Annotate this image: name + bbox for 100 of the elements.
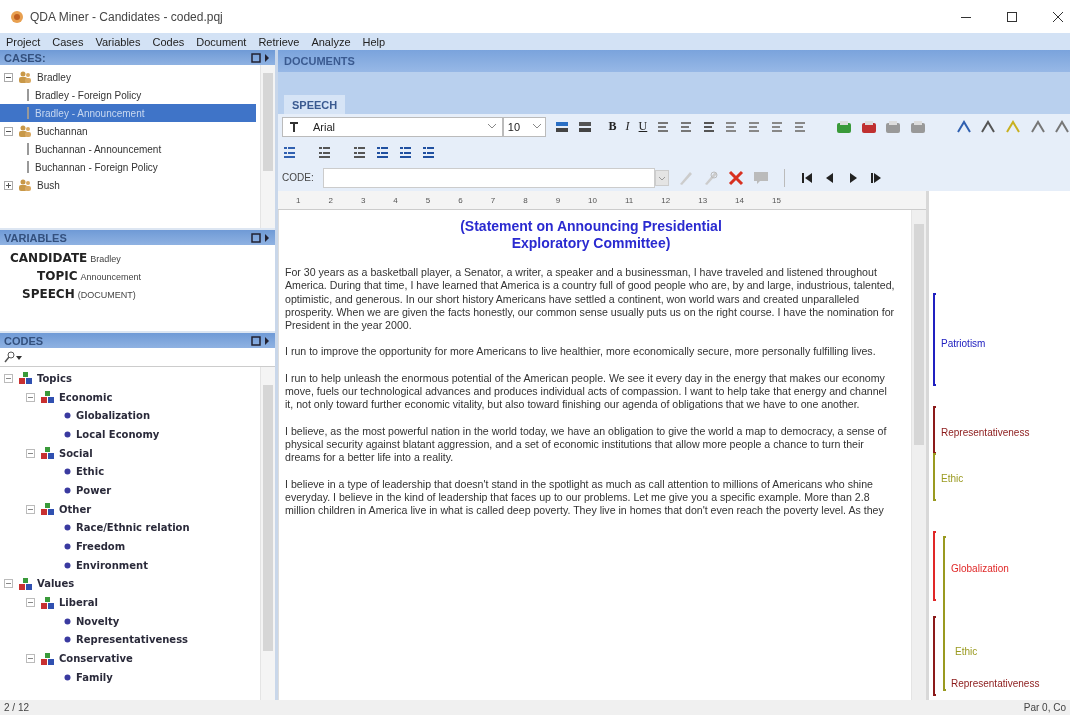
code-label[interactable]: Representativeness <box>76 634 189 646</box>
ruler[interactable]: 1 2 3 4 5 6 7 8 9 10 11 12 13 14 15 <box>278 191 926 210</box>
scrollbar[interactable] <box>911 210 926 700</box>
code-dot-icon <box>64 636 71 644</box>
dock-icon[interactable] <box>251 52 271 63</box>
app-icon <box>10 9 24 24</box>
category-label[interactable]: Topics <box>37 372 72 384</box>
dock-icon[interactable] <box>251 232 271 243</box>
code-label: CODE: <box>282 172 314 183</box>
menu-item[interactable]: Codes <box>152 35 185 48</box>
format-button[interactable]: B <box>608 119 617 134</box>
code-label[interactable]: Local Economy <box>76 428 160 440</box>
case-item[interactable]: Buchannan - Foreign Policy <box>0 158 256 176</box>
code-label[interactable]: Race/Ethnic relation <box>76 522 190 534</box>
delete-icon[interactable] <box>727 169 744 186</box>
menu-item[interactable]: Project <box>6 35 41 48</box>
variable-name: TOPIC <box>37 269 78 283</box>
code-tag[interactable]: Globalization <box>951 563 1009 574</box>
panel-title: CODES <box>4 334 44 347</box>
expander-icon[interactable] <box>4 373 13 383</box>
expander-icon[interactable] <box>26 392 35 402</box>
code-label[interactable]: Environment <box>76 559 148 571</box>
code-bracket[interactable] <box>933 293 936 386</box>
people-icon <box>18 179 32 191</box>
code-tag[interactable]: Representativeness <box>951 678 1040 689</box>
category-icon <box>40 503 54 516</box>
maximize-icon[interactable] <box>1006 10 1018 23</box>
expander-icon[interactable] <box>26 598 35 608</box>
size-dropdown[interactable]: 10 <box>502 116 547 137</box>
expander-icon[interactable] <box>4 72 13 82</box>
category-label[interactable]: Other <box>59 503 92 515</box>
code-tag[interactable]: Representativeness <box>941 427 1030 438</box>
last-icon[interactable] <box>868 170 883 185</box>
code-label[interactable]: Ethic <box>76 466 105 478</box>
menu-item[interactable]: Help <box>362 35 386 48</box>
expander-icon[interactable] <box>26 504 35 514</box>
code-dot-icon <box>64 486 71 494</box>
case-item[interactable]: Buchannan <box>0 122 256 140</box>
category-icon <box>18 372 32 385</box>
menu-item[interactable]: Retrieve <box>258 35 300 48</box>
category-icon <box>40 596 54 609</box>
case-item[interactable]: Bradley - Foreign Policy <box>0 86 256 104</box>
variable-name: CANDIDATE <box>10 251 88 265</box>
case-item[interactable]: Bradley <box>0 68 256 86</box>
format-button[interactable]: I <box>625 119 630 134</box>
menu-item[interactable]: Cases <box>52 35 84 48</box>
code-dot-icon <box>64 524 71 532</box>
code-tag[interactable]: Patriotism <box>941 338 986 349</box>
scrollbar[interactable] <box>260 65 275 228</box>
expander-icon[interactable] <box>4 126 13 136</box>
category-icon <box>18 577 32 590</box>
code-bracket[interactable] <box>933 406 936 454</box>
category-label[interactable]: Liberal <box>59 597 98 609</box>
menu-item[interactable]: Variables <box>95 35 141 48</box>
paragraph: I believe in a type of leadership that doesn't stand in the spotlight as much as call attention to millions of Americans who shine everyday. I believe in the kind of leadership that faces up to our problems. Let me give you a specific example. More than 2.8 million children in America live in what is called deep poverty. They live in homes that don't even reach the poverty level. As they <box>285 477 885 518</box>
caret-icon <box>533 124 542 129</box>
category-icon <box>40 652 54 665</box>
close-icon[interactable] <box>1052 10 1064 23</box>
expander-icon[interactable] <box>4 180 13 190</box>
category-label[interactable]: Economic <box>59 391 113 403</box>
dropdown-icon[interactable] <box>654 169 669 186</box>
case-item[interactable]: Buchannan - Announcement <box>0 140 256 158</box>
code-bracket[interactable] <box>933 616 936 696</box>
menu-item[interactable]: Document <box>196 35 247 48</box>
people-icon <box>18 71 32 83</box>
scrollbar[interactable] <box>260 367 275 700</box>
font-dropdown[interactable]: Arial <box>282 116 503 137</box>
search-icon[interactable] <box>3 351 23 363</box>
document-tab[interactable]: SPEECH <box>284 95 346 114</box>
code-bracket[interactable] <box>933 531 936 601</box>
code-label[interactable]: Power <box>76 484 112 496</box>
first-icon[interactable] <box>799 170 814 185</box>
search-field[interactable] <box>0 348 275 367</box>
paragraph: For 30 years as a basketball player, a Senator, a writer, a speaker and a businessman, I have traveled and listened throughout America. During that time, I have learned that America is a country full of good people who are, by and large, industrious, talented, optimistic, and generous. In our short history Americans have settled a continent, won world wars and created unparalleled prosperity. When we are given the facts honestly, our common sense usually puts us on the right course. I have the nomination for President in the year 2000. <box>285 266 896 333</box>
code-dot-icon <box>64 617 71 625</box>
format-button[interactable]: U <box>638 119 648 134</box>
panel-title: DOCUMENTS <box>284 55 355 67</box>
code-label[interactable]: Globalization <box>76 410 151 422</box>
paragraph: I run to help unleash the enormous potential of the American people. We see it every day in the energy that makes our economy move, fuels our technological advances and produces individual acts of compassion. I want to help take that energy and channel it, not only toward further economic vitality, but also toward finishing our agenda of obligations that we have to one another. <box>285 371 888 412</box>
panel-title: CASES: <box>4 51 46 64</box>
category-label[interactable]: Conservative <box>59 653 133 665</box>
code-label[interactable]: Freedom <box>76 541 126 553</box>
code-label[interactable]: Family <box>76 671 113 683</box>
case-item[interactable]: Bush <box>0 176 256 194</box>
expander-icon[interactable] <box>4 579 13 589</box>
category-icon <box>40 391 54 404</box>
menu-item[interactable]: Analyze <box>311 35 351 48</box>
code-dot-icon <box>64 561 71 569</box>
expander-icon[interactable] <box>26 654 35 664</box>
code-field[interactable] <box>322 167 655 188</box>
expander-icon[interactable] <box>26 448 35 458</box>
category-label[interactable]: Social <box>59 447 93 459</box>
variable-value: Bradley <box>90 254 121 264</box>
code-dot-icon <box>64 430 71 438</box>
font-icon <box>289 120 299 133</box>
code-label[interactable]: Novelty <box>76 615 120 627</box>
code-dot-icon <box>64 412 71 420</box>
variable-value: (DOCUMENT) <box>77 290 136 300</box>
dock-icon[interactable] <box>251 335 271 346</box>
category-label[interactable]: Values <box>37 578 75 590</box>
